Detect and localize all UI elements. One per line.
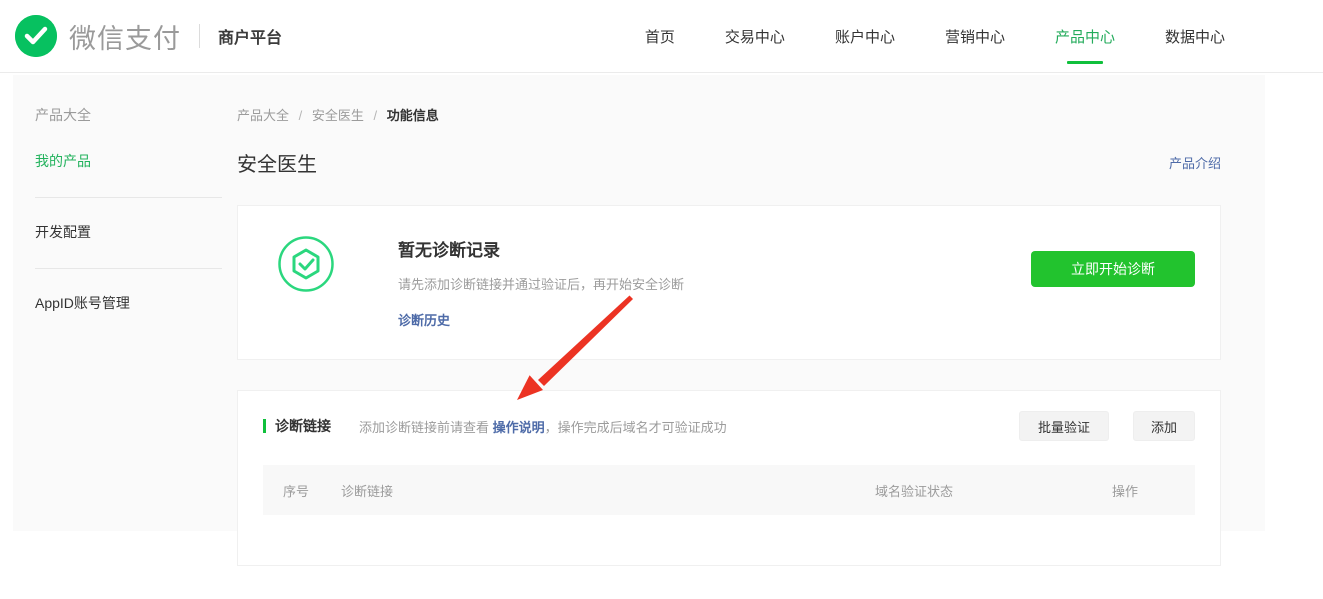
nav-item-product-center[interactable]: 产品中心 <box>1055 26 1115 47</box>
add-link-button[interactable]: 添加 <box>1133 411 1195 441</box>
top-navigation: 首页 交易中心 账户中心 营销中心 产品中心 数据中心 <box>645 26 1225 47</box>
nav-item-transaction-center[interactable]: 交易中心 <box>725 26 785 47</box>
breadcrumb-separator: / <box>374 108 378 123</box>
product-intro-link[interactable]: 产品介绍 <box>1169 153 1221 172</box>
column-header-domain-status: 域名验证状态 <box>875 481 1055 500</box>
sidebar: 产品大全 我的产品 开发配置 AppID账号管理 <box>13 75 237 531</box>
sidebar-item-appid-account[interactable]: AppID账号管理 <box>13 293 237 313</box>
links-card-actions: 批量验证 添加 <box>1019 411 1195 441</box>
operation-guide-link[interactable]: 操作说明 <box>493 420 545 435</box>
diagnosis-links-card: 诊断链接 添加诊断链接前请查看 操作说明，操作完成后域名才可验证成功 批量验证 … <box>237 390 1221 566</box>
column-header-index: 序号 <box>263 481 341 500</box>
nav-item-data-center[interactable]: 数据中心 <box>1165 26 1225 47</box>
column-header-link: 诊断链接 <box>341 481 875 500</box>
diagnosis-history-link[interactable]: 诊断历史 <box>398 310 450 329</box>
nav-item-marketing-center[interactable]: 营销中心 <box>945 26 1005 47</box>
nav-item-home[interactable]: 首页 <box>645 26 675 47</box>
hint-suffix: ，操作完成后域名才可验证成功 <box>545 420 727 435</box>
brand-logo[interactable]: 微信支付 <box>15 15 181 57</box>
breadcrumb-function-info: 功能信息 <box>387 108 439 123</box>
links-table-header: 序号 诊断链接 域名验证状态 操作 <box>263 465 1195 515</box>
page-title: 安全医生 <box>237 148 317 177</box>
brand-name: 微信支付 <box>69 17 181 56</box>
breadcrumb-separator: / <box>299 108 303 123</box>
nav-item-account-center[interactable]: 账户中心 <box>835 26 895 47</box>
batch-verify-button[interactable]: 批量验证 <box>1019 411 1109 441</box>
sidebar-item-my-products[interactable]: 我的产品 <box>13 151 237 171</box>
start-diagnosis-button[interactable]: 立即开始诊断 <box>1031 251 1195 287</box>
workspace: 产品大全 我的产品 开发配置 AppID账号管理 产品大全 / 安全医生 / 功… <box>13 75 1265 531</box>
hint-prefix: 添加诊断链接前请查看 <box>359 420 493 435</box>
wechat-pay-logo-icon <box>15 15 57 57</box>
links-hint-text: 添加诊断链接前请查看 操作说明，操作完成后域名才可验证成功 <box>359 417 727 436</box>
diagnosis-empty-card: 暂无诊断记录 请先添加诊断链接并通过验证后，再开始安全诊断 诊断历史 立即开始诊… <box>237 205 1221 360</box>
sidebar-item-all-products[interactable]: 产品大全 <box>13 105 237 125</box>
sidebar-divider <box>35 268 222 269</box>
breadcrumb: 产品大全 / 安全医生 / 功能信息 <box>237 105 1221 124</box>
links-card-header: 诊断链接 添加诊断链接前请查看 操作说明，操作完成后域名才可验证成功 批量验证 … <box>263 411 1195 441</box>
sidebar-item-dev-config[interactable]: 开发配置 <box>13 222 237 242</box>
section-marker-bar <box>263 419 266 433</box>
column-header-action: 操作 <box>1055 481 1195 500</box>
security-shield-icon <box>278 236 334 292</box>
main-content: 产品大全 / 安全医生 / 功能信息 安全医生 产品介绍 暂无诊断记录 请先添加… <box>237 75 1221 531</box>
title-row: 安全医生 产品介绍 <box>237 148 1221 177</box>
top-header: 微信支付 商户平台 首页 交易中心 账户中心 营销中心 产品中心 数据中心 <box>0 0 1323 73</box>
section-title: 诊断链接 <box>275 416 331 436</box>
header-divider <box>199 24 200 48</box>
breadcrumb-security-doctor[interactable]: 安全医生 <box>312 108 364 123</box>
sidebar-divider <box>35 197 222 198</box>
breadcrumb-all-products[interactable]: 产品大全 <box>237 108 289 123</box>
portal-name: 商户平台 <box>218 24 282 48</box>
